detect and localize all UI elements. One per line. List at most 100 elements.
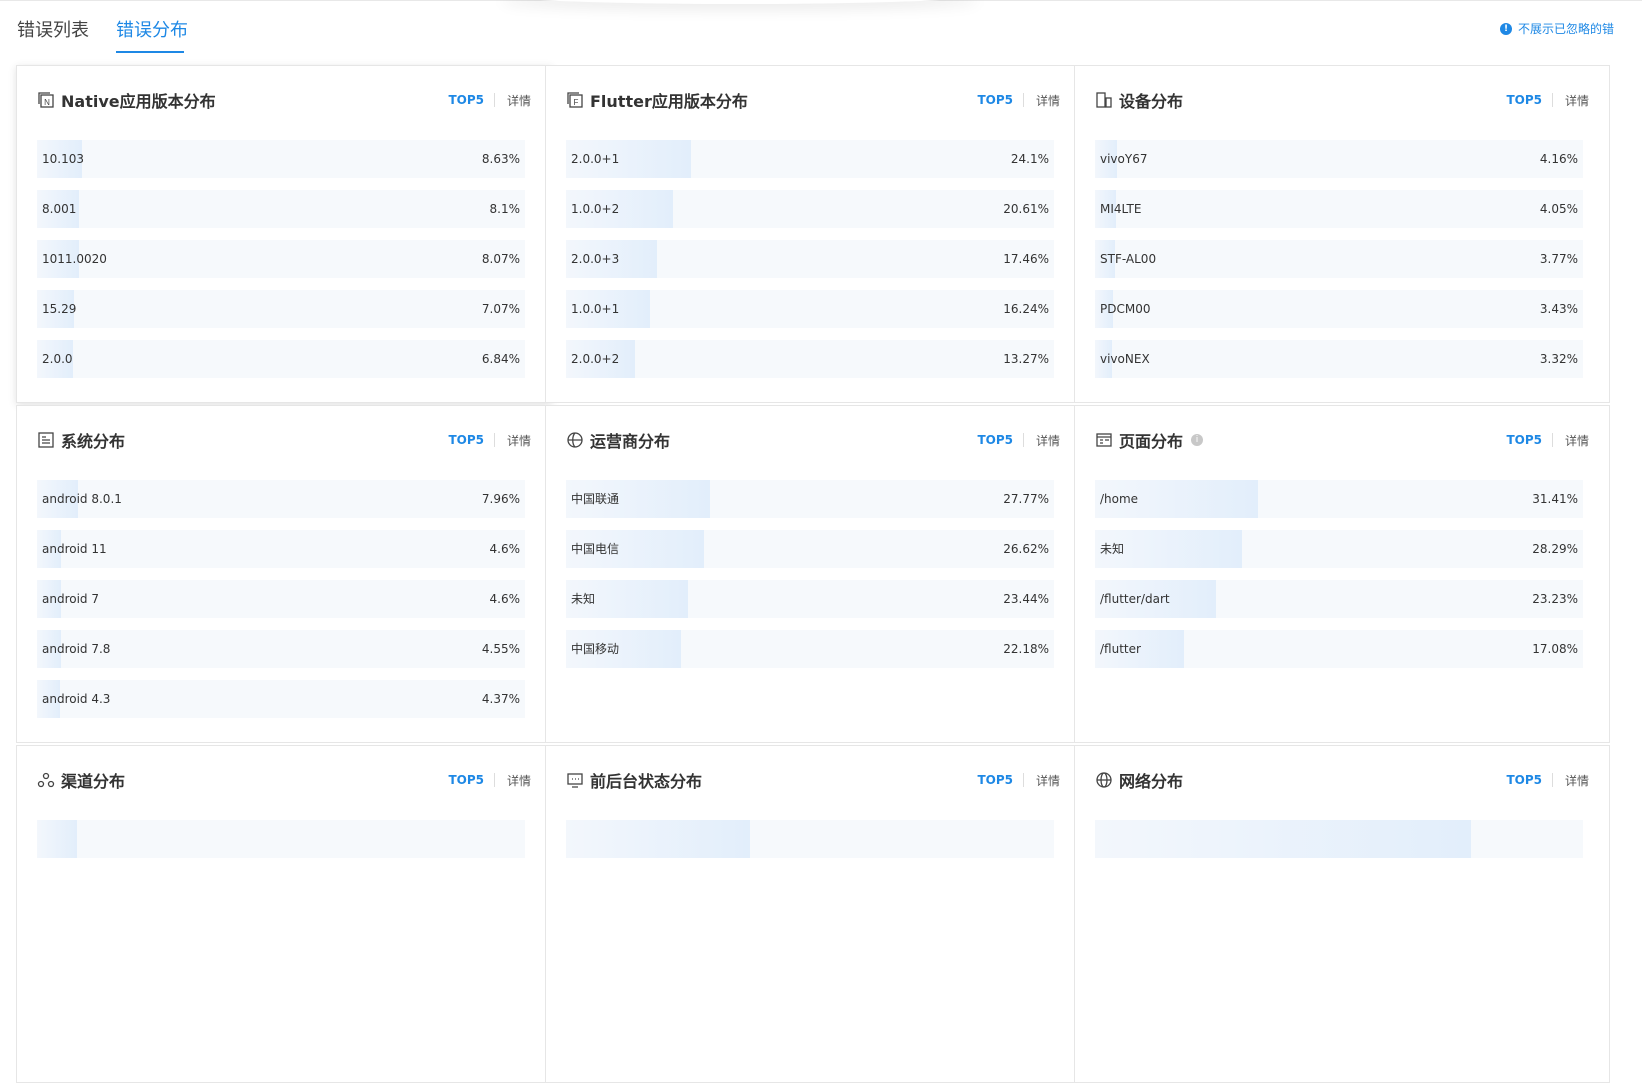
- top5-button[interactable]: TOP5: [977, 93, 1024, 107]
- distribution-list: [1095, 820, 1583, 870]
- detail-link[interactable]: 详情: [1024, 92, 1060, 109]
- detail-link[interactable]: 详情: [495, 92, 531, 109]
- top5-button[interactable]: TOP5: [977, 773, 1024, 787]
- top5-button[interactable]: TOP5: [448, 433, 495, 447]
- item-label: 2.0.0+2: [571, 352, 620, 366]
- item-percentage: 7.07%: [481, 302, 520, 316]
- card-actions: TOP5 详情: [1506, 432, 1589, 449]
- card-title: 渠道分布: [61, 772, 126, 791]
- ignored-notice-text: 不展示已忽略的错: [1518, 22, 1615, 36]
- list-item[interactable]: [37, 820, 525, 858]
- list-item[interactable]: android 7.8 4.55%: [37, 630, 525, 668]
- item-label: android 8.0.1: [42, 492, 122, 506]
- list-item[interactable]: android 8.0.1 7.96%: [37, 480, 525, 518]
- distribution-card: F Flutter应用版本分布 TOP5 详情 2.0.0+1 24.1% 1.0.0+2 2…: [545, 65, 1081, 403]
- list-item[interactable]: 未知 28.29%: [1095, 530, 1583, 568]
- channel-icon: [37, 771, 55, 789]
- list-item[interactable]: STF-AL00 3.77%: [1095, 240, 1583, 278]
- distribution-card: 前后台状态分布 TOP5 详情: [545, 745, 1081, 1083]
- svg-text:N: N: [44, 98, 50, 107]
- card-actions: TOP5 详情: [1506, 772, 1589, 789]
- card-title: Native应用版本分布: [61, 92, 216, 111]
- detail-link[interactable]: 详情: [1024, 772, 1060, 789]
- detail-link[interactable]: 详情: [1553, 92, 1589, 109]
- floating-panel-shadow: [500, 0, 980, 4]
- item-percentage: 17.08%: [1532, 642, 1578, 656]
- list-item[interactable]: 1011.0020 8.07%: [37, 240, 525, 278]
- list-item[interactable]: 8.001 8.1%: [37, 190, 525, 228]
- card-title: 系统分布: [61, 432, 126, 451]
- top5-button[interactable]: TOP5: [448, 93, 495, 107]
- tab-error-distribution[interactable]: 错误分布: [116, 16, 188, 42]
- card-actions: TOP5 详情: [448, 92, 531, 109]
- percentage-bar: [37, 820, 78, 858]
- card-title: 设备分布: [1119, 92, 1184, 111]
- top5-button[interactable]: TOP5: [448, 773, 495, 787]
- carrier-icon: [566, 431, 584, 449]
- tab-error-list[interactable]: 错误列表: [17, 16, 89, 42]
- list-item[interactable]: android 4.3 4.37%: [37, 680, 525, 718]
- list-item[interactable]: PDCM00 3.43%: [1095, 290, 1583, 328]
- item-percentage: 6.84%: [481, 352, 520, 366]
- list-item[interactable]: vivoNEX 3.32%: [1095, 340, 1583, 378]
- item-label: 8.001: [42, 202, 77, 216]
- list-item[interactable]: 中国移动 22.18%: [566, 630, 1054, 668]
- item-label: 2.0.0+3: [571, 252, 620, 266]
- top5-button[interactable]: TOP5: [1506, 773, 1553, 787]
- card-actions: TOP5 详情: [448, 432, 531, 449]
- card-header: 运营商分布 TOP5 详情: [566, 428, 1060, 452]
- item-percentage: 7.96%: [481, 492, 520, 506]
- list-item[interactable]: 2.0.0 6.84%: [37, 340, 525, 378]
- list-item[interactable]: android 11 4.6%: [37, 530, 525, 568]
- device-icon: [1095, 91, 1113, 109]
- list-item[interactable]: 未知 23.44%: [566, 580, 1054, 618]
- list-item[interactable]: 2.0.0+3 17.46%: [566, 240, 1054, 278]
- list-item[interactable]: 2.0.0+1 24.1%: [566, 140, 1054, 178]
- list-item[interactable]: 中国联通 27.77%: [566, 480, 1054, 518]
- distribution-list: 中国联通 27.77% 中国电信 26.62% 未知 23.44% 中国移动 22.18%: [566, 480, 1054, 680]
- list-item[interactable]: 10.103 8.63%: [37, 140, 525, 178]
- list-item[interactable]: 1.0.0+2 20.61%: [566, 190, 1054, 228]
- list-item[interactable]: 15.29 7.07%: [37, 290, 525, 328]
- card-header: 渠道分布 TOP5 详情: [37, 768, 531, 792]
- top5-button[interactable]: TOP5: [977, 433, 1024, 447]
- detail-link[interactable]: 详情: [1553, 432, 1589, 449]
- list-item[interactable]: /home 31.41%: [1095, 480, 1583, 518]
- card-actions: TOP5 详情: [1506, 92, 1589, 109]
- list-item[interactable]: [1095, 820, 1583, 858]
- list-item[interactable]: [566, 820, 1054, 858]
- list-item[interactable]: 1.0.0+1 16.24%: [566, 290, 1054, 328]
- detail-link[interactable]: 详情: [495, 772, 531, 789]
- list-item[interactable]: vivoY67 4.16%: [1095, 140, 1583, 178]
- top5-button[interactable]: TOP5: [1506, 433, 1553, 447]
- detail-link[interactable]: 详情: [1553, 772, 1589, 789]
- list-item[interactable]: /flutter 17.08%: [1095, 630, 1583, 668]
- item-percentage: 28.29%: [1532, 542, 1578, 556]
- info-icon[interactable]: i: [1191, 434, 1204, 446]
- flutter-version-icon: F: [566, 91, 584, 109]
- distribution-list: /home 31.41% 未知 28.29%/flutter/dart 23.23%/f…: [1095, 480, 1583, 680]
- list-item[interactable]: 中国电信 26.62%: [566, 530, 1054, 568]
- item-percentage: 22.18%: [1003, 642, 1049, 656]
- distribution-card: 网络分布 TOP5 详情: [1074, 745, 1610, 1083]
- item-label: /flutter: [1100, 642, 1141, 656]
- card-header: F Flutter应用版本分布 TOP5 详情: [566, 88, 1060, 112]
- card-actions: TOP5 详情: [977, 432, 1060, 449]
- item-label: 1011.0020: [42, 252, 107, 266]
- distribution-list: 2.0.0+1 24.1% 1.0.0+2 20.61% 2.0.0+3 17.46% 1.…: [566, 140, 1054, 390]
- item-percentage: 4.6%: [489, 592, 521, 606]
- distribution-card: 运营商分布 TOP5 详情 中国联通 27.77% 中国电信 26.62% 未知 23.44% 中…: [545, 405, 1081, 743]
- list-item[interactable]: android 7 4.6%: [37, 580, 525, 618]
- card-header: 系统分布 TOP5 详情: [37, 428, 531, 452]
- item-percentage: 13.27%: [1003, 352, 1049, 366]
- detail-link[interactable]: 详情: [1024, 432, 1060, 449]
- top5-button[interactable]: TOP5: [1506, 93, 1553, 107]
- list-item[interactable]: 2.0.0+2 13.27%: [566, 340, 1054, 378]
- item-label: /flutter/dart: [1100, 592, 1170, 606]
- card-title: 网络分布: [1119, 772, 1184, 791]
- detail-link[interactable]: 详情: [495, 432, 531, 449]
- list-item[interactable]: /flutter/dart 23.23%: [1095, 580, 1583, 618]
- ignored-notice[interactable]: ! 不展示已忽略的错: [1500, 20, 1614, 37]
- list-item[interactable]: MI4LTE 4.05%: [1095, 190, 1583, 228]
- item-label: 中国联通: [571, 492, 620, 506]
